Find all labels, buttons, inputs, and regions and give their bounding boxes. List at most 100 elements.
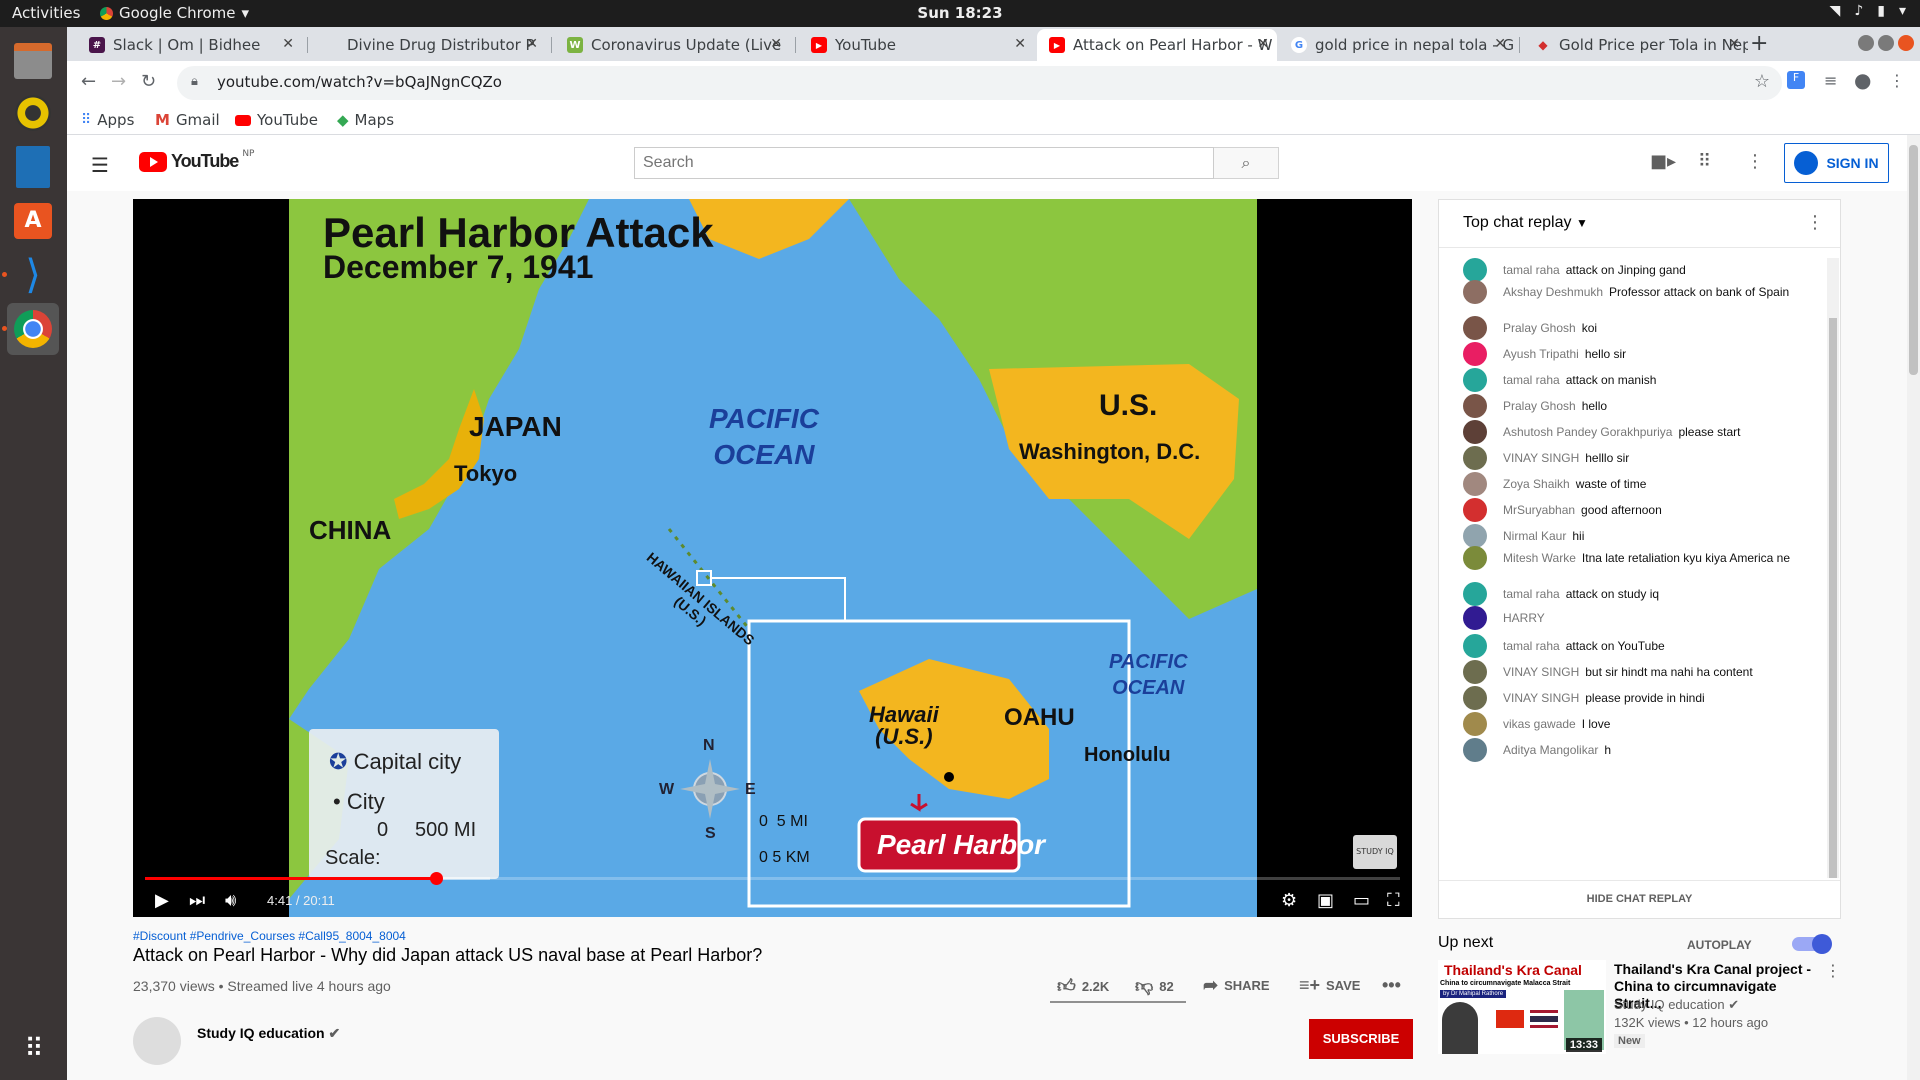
close-icon[interactable]: ✕	[1728, 36, 1740, 52]
maximize-button[interactable]	[1878, 35, 1894, 51]
dock-files[interactable]	[7, 35, 59, 87]
create-video-icon[interactable]: ■▸	[1650, 151, 1676, 172]
save-button[interactable]: ≡+ SAVE	[1299, 975, 1360, 996]
chat-avatar[interactable]	[1463, 712, 1487, 736]
show-applications[interactable]: ⠿	[7, 1023, 59, 1075]
next-video-menu-icon[interactable]: ⋮	[1825, 961, 1841, 980]
chat-avatar[interactable]	[1463, 546, 1487, 570]
bookmark-gmail[interactable]: M Gmail	[155, 111, 220, 129]
tab-separator	[1519, 37, 1520, 53]
close-icon[interactable]: ✕	[1494, 36, 1506, 52]
chat-scrollbar-thumb[interactable]	[1829, 318, 1837, 878]
sign-in-button[interactable]: SIGN IN	[1784, 143, 1889, 183]
dock-rhythmbox[interactable]	[7, 87, 59, 139]
lock-icon[interactable]: 🔒︎	[191, 74, 198, 89]
settings-more-icon[interactable]: ⋮	[1746, 151, 1764, 172]
dock-software[interactable]: A	[7, 195, 59, 247]
chat-avatar[interactable]	[1463, 368, 1487, 392]
chat-more-icon[interactable]: ⋮	[1806, 212, 1824, 233]
new-tab-button[interactable]: +	[1750, 31, 1768, 56]
autoplay-toggle[interactable]	[1792, 934, 1832, 954]
chat-avatar[interactable]	[1463, 280, 1487, 304]
theater-mode-icon[interactable]: ▭	[1353, 890, 1370, 911]
close-icon[interactable]: ✕	[1014, 36, 1026, 52]
clock[interactable]: Sun 18:23	[0, 4, 1920, 22]
chat-avatar[interactable]	[1463, 342, 1487, 366]
close-icon[interactable]: ✕	[282, 36, 294, 52]
tab-gold-price-google[interactable]: G gold price in nepal tola - G ✕	[1279, 29, 1514, 61]
dock-vscode[interactable]: ⟩	[7, 249, 59, 301]
page-scrollbar[interactable]	[1907, 135, 1920, 1080]
video-player[interactable]: Pearl Harbor Attack December 7, 1941 JAP…	[133, 199, 1412, 917]
chrome-menu-icon[interactable]: ⋮	[1889, 71, 1905, 90]
chat-avatar[interactable]	[1463, 446, 1487, 470]
reload-button[interactable]: ↻	[141, 71, 156, 92]
channel-avatar[interactable]	[133, 1017, 181, 1065]
play-icon[interactable]: ▶	[155, 890, 169, 911]
close-icon[interactable]: ✕	[770, 36, 782, 52]
video-hashtags[interactable]: #Discount #Pendrive_Courses #Call95_8004…	[133, 929, 406, 943]
tab-youtube[interactable]: ▶ YouTube ✕	[799, 29, 1034, 61]
chat-avatar[interactable]	[1463, 606, 1487, 630]
subscribe-button[interactable]: SUBSCRIBE	[1309, 1019, 1413, 1059]
miniplayer-icon[interactable]: ▣	[1317, 890, 1334, 911]
chat-avatar[interactable]	[1463, 524, 1487, 548]
page-scrollbar-thumb[interactable]	[1909, 145, 1918, 375]
chat-scrollbar[interactable]	[1827, 258, 1839, 878]
close-icon[interactable]: ✕	[1257, 36, 1269, 52]
chat-avatar[interactable]	[1463, 582, 1487, 606]
bookmark-apps[interactable]: ⠿ Apps	[81, 111, 134, 129]
more-actions-button[interactable]: •••	[1382, 975, 1401, 996]
media-queue-icon[interactable]: ≡	[1824, 71, 1837, 90]
dock-writer[interactable]	[7, 141, 59, 193]
dock-chrome[interactable]	[7, 303, 59, 355]
minimize-button[interactable]	[1858, 35, 1874, 51]
hide-chat-replay-button[interactable]: HIDE CHAT REPLAY	[1439, 880, 1840, 918]
chat-avatar[interactable]	[1463, 660, 1487, 684]
channel-name[interactable]: Study IQ education ✔	[197, 1025, 340, 1042]
next-video-thumbnail[interactable]: Thailand's Kra Canal China to circumnavi…	[1438, 960, 1606, 1054]
apps-grid-icon[interactable]: ⠿	[1698, 151, 1711, 172]
bookmark-youtube[interactable]: YouTube	[235, 111, 318, 129]
settings-gear-icon[interactable]: ⚙	[1281, 890, 1297, 911]
chat-mode-dropdown[interactable]: Top chat replay ▼	[1463, 214, 1588, 232]
chat-avatar[interactable]	[1463, 316, 1487, 340]
close-window-button[interactable]	[1898, 35, 1914, 51]
chat-author: Pralay Ghosh	[1503, 321, 1576, 335]
chat-avatar[interactable]	[1463, 420, 1487, 444]
bookmark-maps[interactable]: ◆ Maps	[337, 111, 394, 129]
tab-slack[interactable]: # Slack | Om | Bidhee ✕	[77, 29, 302, 61]
chat-avatar[interactable]	[1463, 738, 1487, 762]
chat-avatar[interactable]	[1463, 258, 1487, 282]
dislike-button[interactable]: 👎︎ 82	[1135, 975, 1174, 997]
next-icon[interactable]: ⏭︎	[189, 890, 205, 911]
chat-author: tamal raha	[1503, 639, 1560, 653]
chat-avatar[interactable]	[1463, 394, 1487, 418]
chat-avatar[interactable]	[1463, 686, 1487, 710]
tab-gold-price-tola[interactable]: ◆ Gold Price per Tola in Nep ✕	[1523, 29, 1748, 61]
address-bar[interactable]: 🔒︎ youtube.com/watch?v=bQaJNgnCQZo ☆	[177, 66, 1782, 100]
hamburger-menu-icon[interactable]: ☰	[91, 153, 109, 177]
tab-coronavirus[interactable]: W Coronavirus Update (Live ✕	[555, 29, 790, 61]
back-button[interactable]: ←	[81, 71, 96, 92]
search-button[interactable]: ⌕	[1214, 147, 1279, 179]
system-tray[interactable]: ◥ ♪ ▮ ▾	[1830, 3, 1906, 19]
share-button[interactable]: ➦ SHARE	[1203, 975, 1270, 996]
like-button[interactable]: 👍︎ 2.2K	[1057, 975, 1109, 997]
tab-divine-drug[interactable]: Divine Drug Distributor P ✕	[311, 29, 546, 61]
bookmark-star-icon[interactable]: ☆	[1754, 71, 1770, 92]
progress-bar[interactable]	[145, 872, 1400, 885]
channel-watermark[interactable]: STUDY IQ	[1353, 835, 1397, 869]
search-input[interactable]	[635, 148, 1213, 178]
tab-pearl-harbor[interactable]: ▶ Attack on Pearl Harbor - W ✕	[1037, 29, 1277, 61]
close-icon[interactable]: ✕	[526, 36, 538, 52]
extension-icon[interactable]: F	[1787, 71, 1805, 89]
youtube-logo[interactable]: YouTube NP	[139, 149, 255, 172]
profile-icon[interactable]: ●	[1854, 68, 1871, 92]
fullscreen-icon[interactable]: ⛶	[1387, 890, 1400, 911]
chat-avatar[interactable]	[1463, 472, 1487, 496]
chat-avatar[interactable]	[1463, 498, 1487, 522]
chat-avatar[interactable]	[1463, 634, 1487, 658]
forward-button[interactable]: →	[111, 71, 126, 92]
volume-icon[interactable]: 🔊︎	[225, 890, 236, 911]
